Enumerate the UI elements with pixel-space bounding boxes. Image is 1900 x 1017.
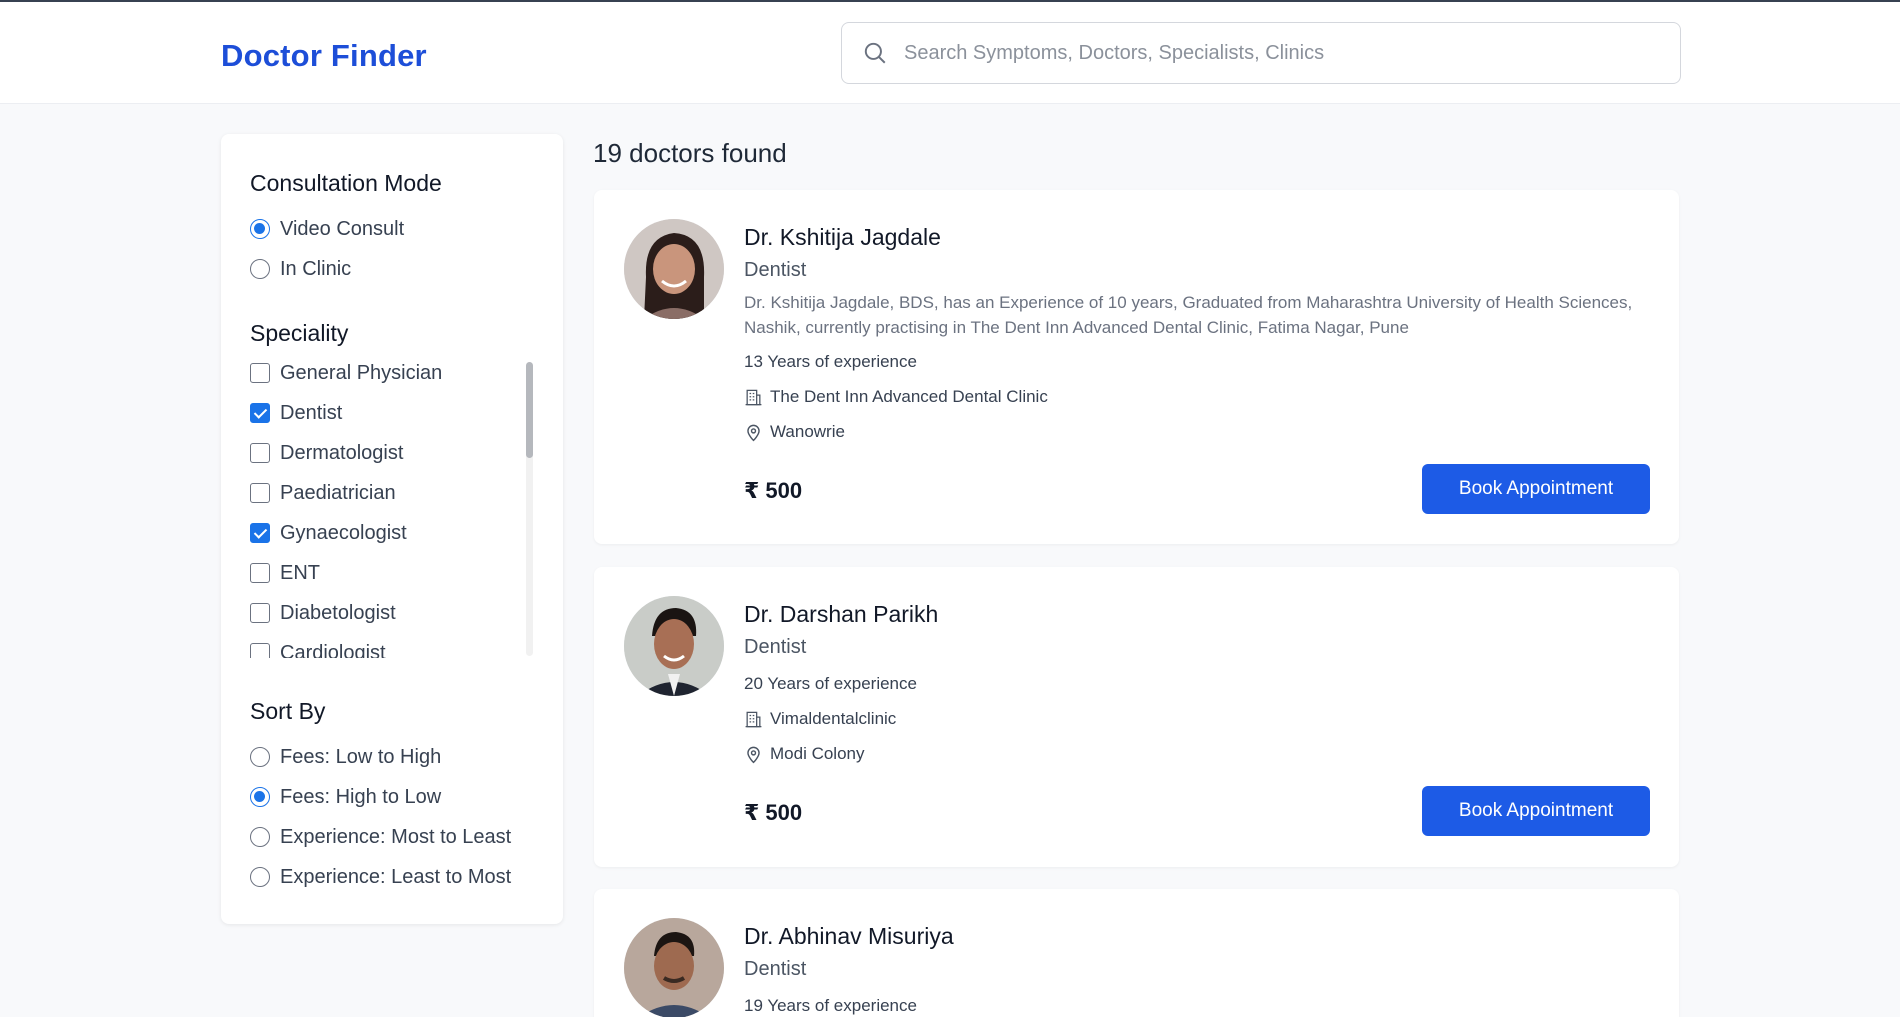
consultation-mode-title: Consultation Mode — [250, 170, 442, 196]
doctor-card: Dr. Kshitija Jagdale Dentist Dr. Kshitij… — [594, 190, 1679, 544]
checkbox[interactable] — [250, 363, 270, 383]
location-text: Wanowrie — [770, 422, 845, 441]
experience-text: 20 Years of experience — [744, 674, 917, 693]
building-icon — [744, 388, 763, 407]
doctor-speciality: Dentist — [744, 958, 807, 980]
map-pin-icon — [744, 745, 763, 764]
search-input[interactable] — [904, 33, 1680, 73]
checkbox[interactable] — [250, 643, 270, 658]
checkbox[interactable] — [250, 443, 270, 463]
option-label: Diabetologist — [280, 601, 396, 624]
doctor-speciality: Dentist — [744, 636, 807, 658]
checkbox[interactable] — [250, 403, 270, 423]
doctor-card: Dr. Darshan Parikh Dentist 20 Years of e… — [594, 567, 1679, 867]
speciality-paediatrician[interactable]: Paediatrician — [250, 478, 396, 508]
checkbox[interactable] — [250, 523, 270, 543]
sort-fees-low-high[interactable]: Fees: Low to High — [250, 742, 441, 772]
sort-experience-most-least[interactable]: Experience: Most to Least — [250, 822, 511, 852]
clinic-text: The Dent Inn Advanced Dental Clinic — [770, 387, 1048, 406]
doctor-fee: ₹ 500 — [744, 478, 803, 503]
filter-sidebar: Consultation Mode Video Consult In Clini… — [221, 134, 563, 924]
option-label: Experience: Most to Least — [280, 825, 512, 848]
option-label: ENT — [280, 561, 320, 584]
speciality-dentist[interactable]: Dentist — [250, 398, 342, 428]
doctor-speciality: Dentist — [744, 259, 807, 281]
brand-logo[interactable]: Doctor Finder — [221, 38, 427, 74]
experience-text: 19 Years of experience — [744, 996, 917, 1015]
doctor-description: Dr. Kshitija Jagdale, BDS, has an Experi… — [744, 293, 1633, 337]
search-icon — [862, 40, 888, 66]
doctor-location: Wanowrie — [744, 422, 845, 442]
option-label: Video Consult — [280, 217, 405, 240]
option-label: Dermatologist — [280, 441, 404, 464]
doctor-avatar — [624, 219, 724, 319]
checkbox[interactable] — [250, 563, 270, 583]
search-bar[interactable] — [841, 22, 1681, 84]
book-appointment-button[interactable]: Book Appointment — [1422, 786, 1650, 836]
doctor-name[interactable]: Dr. Kshitija Jagdale — [744, 224, 941, 251]
doctor-avatar — [624, 918, 724, 1017]
checkbox[interactable] — [250, 483, 270, 503]
option-label: Cardiologist — [280, 641, 386, 659]
radio[interactable] — [250, 787, 270, 807]
speciality-scrollbar-thumb[interactable] — [526, 362, 533, 458]
sort-experience-least-most[interactable]: Experience: Least to Most — [250, 862, 511, 892]
consult-option-clinic[interactable]: In Clinic — [250, 254, 351, 284]
doctor-fee: ₹ 500 — [744, 800, 803, 825]
doctor-clinic: The Dent Inn Advanced Dental Clinic — [744, 387, 1048, 407]
sort-fees-high-low[interactable]: Fees: High to Low — [250, 782, 441, 812]
speciality-ent[interactable]: ENT — [250, 558, 320, 588]
doctor-experience: 13 Years of experience — [744, 352, 917, 372]
option-label: Gynaecologist — [280, 521, 407, 544]
header: Doctor Finder — [0, 2, 1900, 104]
doctor-experience: 19 Years of experience — [744, 996, 917, 1016]
speciality-gynaecologist[interactable]: Gynaecologist — [250, 518, 407, 548]
building-icon — [744, 710, 763, 729]
speciality-general-physician[interactable]: General Physician — [250, 358, 442, 388]
radio[interactable] — [250, 747, 270, 767]
speciality-list[interactable]: General Physician Dentist Dermatologist … — [221, 358, 563, 658]
checkbox[interactable] — [250, 603, 270, 623]
speciality-diabetologist[interactable]: Diabetologist — [250, 598, 396, 628]
option-label: In Clinic — [280, 257, 352, 280]
radio[interactable] — [250, 827, 270, 847]
location-text: Modi Colony — [770, 744, 865, 763]
doctor-location: Modi Colony — [744, 744, 865, 764]
speciality-title: Speciality — [250, 320, 349, 346]
book-appointment-button[interactable]: Book Appointment — [1422, 464, 1650, 514]
doctor-name[interactable]: Dr. Abhinav Misuriya — [744, 923, 954, 950]
option-label: Experience: Least to Most — [280, 865, 512, 888]
radio-video-consult[interactable] — [250, 219, 270, 239]
option-label: Fees: High to Low — [280, 785, 442, 808]
map-pin-icon — [744, 423, 763, 442]
sort-by-title: Sort By — [250, 698, 326, 724]
doctor-name[interactable]: Dr. Darshan Parikh — [744, 601, 938, 628]
doctor-card: Dr. Abhinav Misuriya Dentist 19 Years of… — [594, 889, 1679, 1017]
option-label: Paediatrician — [280, 481, 396, 504]
radio[interactable] — [250, 867, 270, 887]
consult-option-video[interactable]: Video Consult — [250, 214, 404, 244]
doctor-avatar — [624, 596, 724, 696]
radio-in-clinic[interactable] — [250, 259, 270, 279]
speciality-cardiologist[interactable]: Cardiologist — [250, 638, 386, 658]
option-label: Fees: Low to High — [280, 745, 442, 768]
doctor-experience: 20 Years of experience — [744, 674, 917, 694]
option-label: General Physician — [280, 361, 443, 384]
experience-text: 13 Years of experience — [744, 352, 917, 371]
speciality-dermatologist[interactable]: Dermatologist — [250, 438, 403, 468]
clinic-text: Vimaldentalclinic — [770, 709, 897, 728]
option-label: Dentist — [280, 401, 343, 424]
doctor-clinic: Vimaldentalclinic — [744, 709, 896, 729]
results-count: 19 doctors found — [593, 138, 787, 168]
